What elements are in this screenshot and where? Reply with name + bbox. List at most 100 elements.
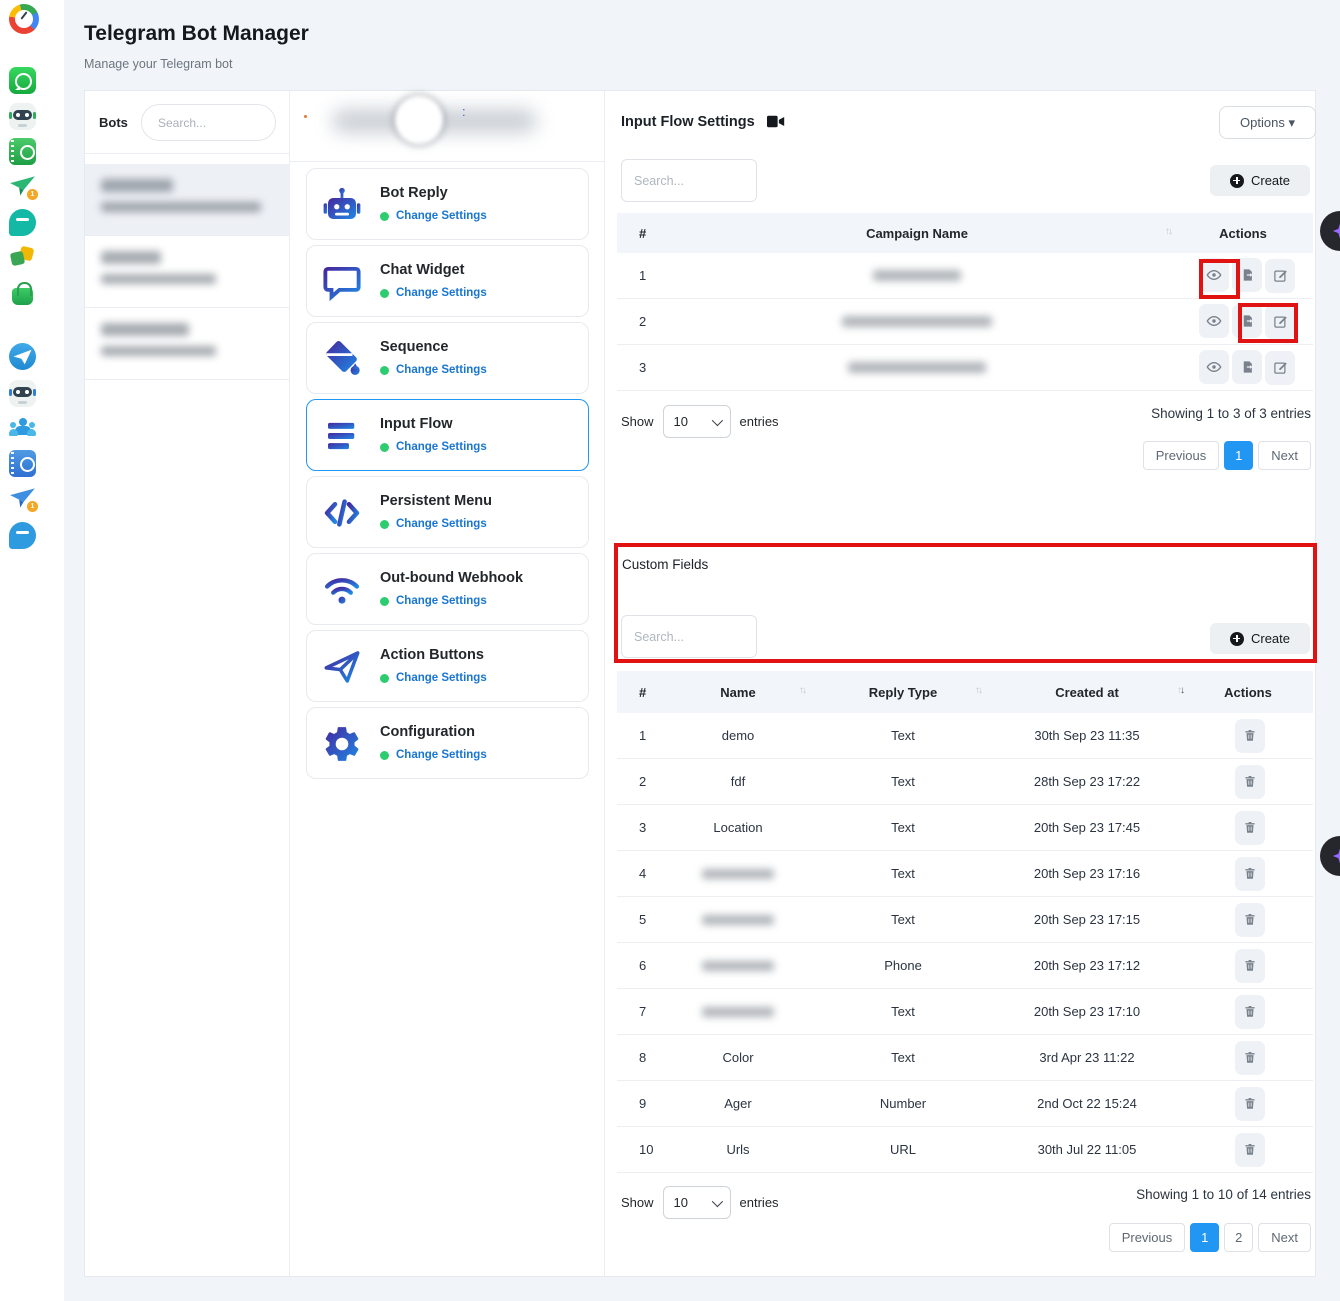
- telegram-icon[interactable]: [9, 343, 36, 370]
- settings-menu-panel: : Bot Reply Change Settings: [290, 91, 605, 1276]
- page-size-control: Show 10 entries: [621, 1186, 779, 1219]
- page-1-button[interactable]: 1: [1190, 1223, 1219, 1252]
- sort-icon[interactable]: ↑↓: [799, 685, 805, 696]
- menu-card-configuration[interactable]: Configuration Change Settings: [306, 707, 589, 779]
- page-size-select[interactable]: 10: [663, 1186, 731, 1219]
- delete-button[interactable]: [1235, 719, 1265, 753]
- change-settings-link[interactable]: Change Settings: [396, 595, 487, 607]
- edit-button[interactable]: [1265, 305, 1295, 339]
- next-page-button[interactable]: Next: [1258, 441, 1311, 470]
- telegram-bot-manager-page: 1 1 Telegram Bot Manager Manage your Tel…: [0, 0, 1340, 1301]
- col-campaign-name[interactable]: Campaign Name: [661, 226, 1173, 241]
- view-button[interactable]: [1199, 350, 1229, 384]
- list-bars-icon: [321, 415, 363, 457]
- menu-card-outbound-webhook[interactable]: Out-bound Webhook Change Settings: [306, 553, 589, 625]
- sort-icon[interactable]: ↑↓: [1165, 226, 1171, 237]
- shop-icon[interactable]: [9, 280, 36, 307]
- change-settings-link[interactable]: Change Settings: [396, 210, 487, 222]
- plus-icon: [1230, 632, 1244, 646]
- whatsapp-icon[interactable]: [9, 67, 36, 94]
- created-at: 20th Sep 23 17:15: [991, 912, 1183, 927]
- section-title-input-flow: Input Flow Settings: [621, 114, 785, 130]
- contacts-green-icon[interactable]: [9, 138, 36, 165]
- page-2-button[interactable]: 2: [1224, 1223, 1253, 1252]
- custom-fields-table: # Name Reply Type Created at Actions ↑↓ …: [617, 671, 1313, 1173]
- custom-fields-create-button[interactable]: Create: [1210, 623, 1310, 654]
- delete-button[interactable]: [1235, 949, 1265, 983]
- bots-search-input[interactable]: [141, 104, 276, 141]
- custom-fields-search-input[interactable]: [621, 615, 757, 658]
- blurred-campaign-name: [848, 362, 986, 373]
- chat-green-icon[interactable]: [9, 209, 36, 236]
- campaign-green-icon[interactable]: 1: [9, 173, 36, 200]
- next-page-button[interactable]: Next: [1258, 1223, 1311, 1252]
- edit-button[interactable]: [1265, 351, 1295, 385]
- sort-icon-active[interactable]: ↑↓: [1177, 685, 1183, 696]
- delete-button[interactable]: [1235, 765, 1265, 799]
- menu-card-persistent-menu[interactable]: Persistent Menu Change Settings: [306, 476, 589, 548]
- delete-button[interactable]: [1235, 857, 1265, 891]
- sort-icon[interactable]: ↑↓: [975, 685, 981, 696]
- change-settings-link[interactable]: Change Settings: [396, 518, 487, 530]
- change-settings-link[interactable]: Change Settings: [396, 287, 487, 299]
- menu-card-label: Configuration: [380, 724, 475, 740]
- export-button[interactable]: [1232, 258, 1262, 292]
- delete-button[interactable]: [1235, 811, 1265, 845]
- bot-list-item[interactable]: [85, 308, 290, 380]
- change-settings-link[interactable]: Change Settings: [396, 672, 487, 684]
- menu-card-sequence[interactable]: Sequence Change Settings: [306, 322, 589, 394]
- campaign-blue-icon[interactable]: 1: [9, 485, 36, 512]
- assistant-sparkle-button[interactable]: [1320, 836, 1340, 876]
- page-title: Telegram Bot Manager: [84, 22, 309, 46]
- previous-page-button[interactable]: Previous: [1109, 1223, 1186, 1252]
- table-header: # Campaign Name Actions ↑↓: [617, 213, 1313, 253]
- reply-type: Phone: [815, 958, 991, 973]
- assistant-sparkle-button[interactable]: [1320, 211, 1340, 251]
- contacts-blue-icon[interactable]: [9, 450, 36, 477]
- created-at: 20th Sep 23 17:12: [991, 958, 1183, 973]
- blurred-campaign-name: [873, 270, 961, 281]
- view-button[interactable]: [1199, 258, 1229, 292]
- reply-type: Text: [815, 1004, 991, 1019]
- change-settings-link[interactable]: Change Settings: [396, 364, 487, 376]
- integrations-icon[interactable]: [9, 244, 36, 271]
- bot-green-icon[interactable]: [9, 103, 36, 130]
- bot-list-item[interactable]: [85, 236, 290, 308]
- delete-button[interactable]: [1235, 903, 1265, 937]
- delete-button[interactable]: [1235, 995, 1265, 1029]
- delete-button[interactable]: [1235, 1087, 1265, 1121]
- export-button[interactable]: [1232, 350, 1262, 384]
- delete-button[interactable]: [1235, 1133, 1265, 1167]
- chat-blue-icon[interactable]: [9, 522, 36, 549]
- blurred-campaign-name: [842, 316, 992, 327]
- menu-card-input-flow[interactable]: Input Flow Change Settings: [306, 399, 589, 471]
- flow-create-button[interactable]: Create: [1210, 165, 1310, 196]
- col-created-at[interactable]: Created at: [991, 685, 1183, 700]
- dashboard-gauge-icon[interactable]: [9, 4, 36, 31]
- change-settings-link[interactable]: Change Settings: [396, 441, 487, 453]
- reply-type: URL: [815, 1142, 991, 1157]
- menu-card-bot-reply[interactable]: Bot Reply Change Settings: [306, 168, 589, 240]
- group-blue-icon[interactable]: [9, 415, 36, 442]
- edit-button[interactable]: [1265, 259, 1295, 293]
- options-button[interactable]: Options ▾: [1219, 106, 1316, 139]
- bot-blue-icon[interactable]: [9, 380, 36, 407]
- col-name[interactable]: Name: [661, 685, 815, 700]
- page-1-button[interactable]: 1: [1224, 441, 1253, 470]
- delete-button[interactable]: [1235, 1041, 1265, 1075]
- menu-card-chat-widget[interactable]: Chat Widget Change Settings: [306, 245, 589, 317]
- reply-type: Text: [815, 728, 991, 743]
- bot-list-item-selected[interactable]: [85, 164, 290, 236]
- created-at: 28th Sep 23 17:22: [991, 774, 1183, 789]
- view-button[interactable]: [1199, 304, 1229, 338]
- flow-search-input[interactable]: [621, 159, 757, 202]
- status-green-dot: [380, 520, 389, 529]
- reply-type: Text: [815, 820, 991, 835]
- export-button[interactable]: [1232, 304, 1262, 338]
- section-title-custom-fields: Custom Fields: [622, 557, 708, 572]
- page-size-select[interactable]: 10: [663, 405, 731, 438]
- change-settings-link[interactable]: Change Settings: [396, 749, 487, 761]
- col-reply-type[interactable]: Reply Type: [815, 685, 991, 700]
- previous-page-button[interactable]: Previous: [1143, 441, 1220, 470]
- menu-card-action-buttons[interactable]: Action Buttons Change Settings: [306, 630, 589, 702]
